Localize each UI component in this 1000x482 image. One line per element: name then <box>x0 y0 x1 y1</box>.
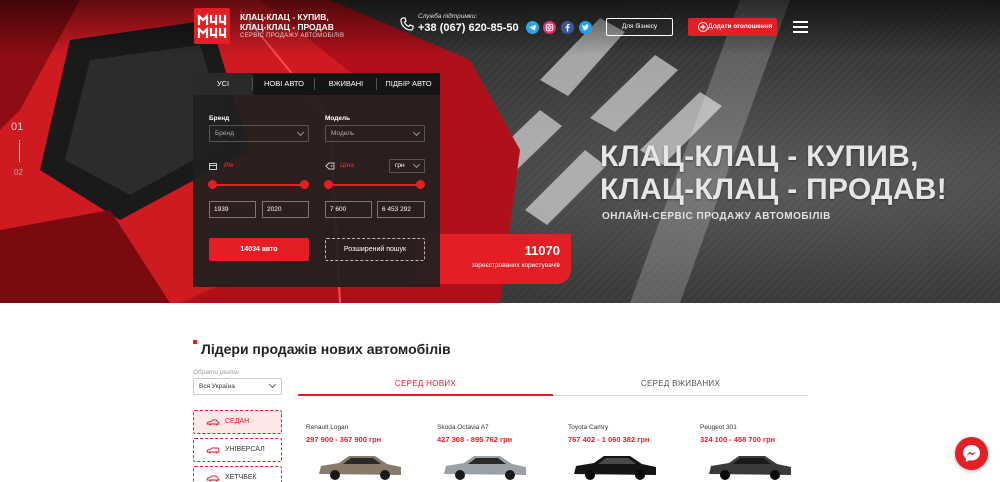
price-max-handle[interactable] <box>416 180 425 189</box>
slide-next[interactable]: 02 <box>14 168 23 177</box>
support-label: Служба підтримки: <box>418 13 478 20</box>
logo-line-1: КЛАЦ-КЛАЦ - КУПИВ, <box>240 12 329 22</box>
car-image-renault[interactable] <box>315 450 405 482</box>
facebook-icon[interactable] <box>561 21 574 34</box>
logo-subtitle: СЕРВІС ПРОДАЖУ АВТОМОБІЛІВ <box>240 33 345 39</box>
car-price: 324 100 - 458 700 грн <box>700 435 776 444</box>
plus-icon <box>698 22 708 32</box>
price-label: Ціна <box>340 162 355 169</box>
wagon-icon <box>206 447 220 454</box>
car-image-toyota[interactable] <box>570 450 660 482</box>
car-price: 767 402 - 1 060 382 грн <box>568 435 650 444</box>
sedan-icon <box>206 419 220 426</box>
year-max-handle[interactable] <box>300 180 309 189</box>
advanced-search-button[interactable]: Розширений пошук <box>325 238 425 261</box>
wagon-label: УНІВЕРСАЛ <box>225 446 265 453</box>
brand-select-value: Бренд <box>215 130 234 137</box>
add-listing-button[interactable]: Додати оголошення <box>688 18 777 36</box>
price-min-handle[interactable] <box>324 180 333 189</box>
year-label: Рік <box>224 162 234 169</box>
search-panel: УСІ НОВІ АВТО ВЖИВАНІ ПІДБІР АВТО Бренд … <box>193 73 440 287</box>
section-title: Лідери продажів нових автомобілів <box>201 341 451 357</box>
chevron-down-icon <box>412 160 421 169</box>
year-to-input[interactable]: 2020 <box>262 201 309 218</box>
headline-line-1: КЛАЦ-КЛАЦ - КУПИВ, <box>600 140 919 173</box>
calendar-icon <box>209 163 217 170</box>
tab-among-used[interactable]: СЕРЕД ВЖИВАНИХ <box>553 375 808 396</box>
tab-used-cars[interactable]: ВЖИВАНІ <box>315 73 377 95</box>
hero-headline: КЛАЦ-КЛАЦ - КУПИВ, КЛАЦ-КЛАЦ - ПРОДАВ! <box>600 140 947 206</box>
brand-select[interactable]: Бренд <box>209 125 309 142</box>
model-select[interactable]: Модель <box>325 125 425 142</box>
search-tabs: УСІ НОВІ АВТО ВЖИВАНІ ПІДБІР АВТО <box>193 73 440 95</box>
year-range-track <box>213 184 305 186</box>
year-min-handle[interactable] <box>208 180 217 189</box>
show-results-button[interactable]: 14034 авто <box>209 238 309 261</box>
price-range-track <box>329 184 421 186</box>
logo-mark <box>197 13 227 39</box>
body-type-wagon[interactable]: УНІВЕРСАЛ <box>193 438 282 462</box>
phone-number[interactable]: +38 (067) 620-85-50 <box>418 22 519 34</box>
currency-select-value: грн <box>395 162 405 169</box>
logo-line-2: КЛАЦ-КЛАЦ - ПРОДАВ <box>240 22 334 32</box>
add-listing-label: Додати оголошення <box>708 23 773 30</box>
tab-car-selection[interactable]: ПІДБІР АВТО <box>377 73 440 95</box>
tab-all[interactable]: УСІ <box>193 73 253 95</box>
logo-title: КЛАЦ-КЛАЦ - КУПИВ, КЛАЦ-КЛАЦ - ПРОДАВ <box>240 12 370 32</box>
body-type-sedan[interactable]: СЕДАН <box>193 410 282 434</box>
region-select[interactable]: Вся Україна <box>193 378 282 395</box>
car-name[interactable]: Toyota Camry <box>568 424 608 431</box>
slide-indicator <box>19 140 20 162</box>
users-label: зареєстрованих користувачів <box>471 262 560 269</box>
telegram-icon[interactable] <box>526 21 539 34</box>
price-to-input[interactable]: 6 453 292 <box>377 201 425 218</box>
hatchback-label: ХЕТЧБЕК <box>225 474 257 481</box>
car-name[interactable]: Peugeot 301 <box>700 424 737 431</box>
tab-among-new[interactable]: СЕРЕД НОВИХ <box>298 375 553 396</box>
car-price: 427 308 - 895 762 грн <box>437 435 513 444</box>
logo[interactable] <box>194 8 230 44</box>
car-name[interactable]: Skoda Octavia A7 <box>437 424 489 431</box>
car-price: 297 900 - 367 900 грн <box>306 435 382 444</box>
price-from-input[interactable]: 7 600 <box>325 201 372 218</box>
year-from-input[interactable]: 1939 <box>209 201 256 218</box>
sedan-label: СЕДАН <box>225 418 250 425</box>
model-select-value: Модель <box>331 130 355 137</box>
twitter-icon[interactable] <box>579 21 592 34</box>
chevron-down-icon <box>296 128 305 137</box>
title-accent <box>193 340 197 344</box>
region-label: Обрати регіон <box>193 369 239 376</box>
business-button[interactable]: Для бізнесу <box>606 18 673 36</box>
slide-current[interactable]: 01 <box>11 121 23 133</box>
messenger-icon[interactable] <box>955 437 988 470</box>
region-select-value: Вся Україна <box>199 383 235 390</box>
hero-subtitle: ОНЛАЙН-СЕРВІС ПРОДАЖУ АВТОМОБІЛІВ <box>602 211 831 222</box>
currency-select[interactable]: грн <box>389 159 425 173</box>
chevron-down-icon <box>268 380 277 389</box>
users-count: 11070 <box>524 243 560 258</box>
body-type-hatchback[interactable]: ХЕТЧБЕК <box>193 466 282 482</box>
chevron-down-icon <box>412 128 421 137</box>
price-tag-icon <box>325 162 335 170</box>
brand-label: Бренд <box>209 115 230 122</box>
phone-icon <box>400 17 414 31</box>
car-name[interactable]: Renault Logan <box>306 424 348 431</box>
instagram-icon[interactable] <box>543 21 556 34</box>
car-image-skoda[interactable] <box>440 450 530 482</box>
headline-line-2: КЛАЦ-КЛАЦ - ПРОДАВ! <box>600 173 948 206</box>
car-image-peugeot[interactable] <box>705 450 795 482</box>
menu-icon[interactable] <box>793 21 808 33</box>
hatchback-icon <box>206 475 220 482</box>
model-label: Модель <box>325 115 351 122</box>
tab-new-cars[interactable]: НОВІ АВТО <box>253 73 315 95</box>
